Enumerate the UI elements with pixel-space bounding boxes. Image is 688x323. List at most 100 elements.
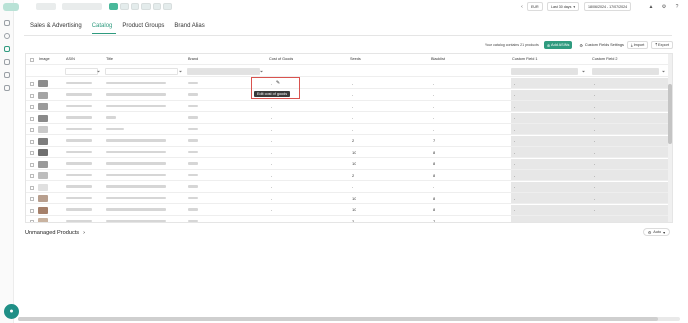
funnel-icon[interactable]: ⏷ — [179, 69, 182, 74]
table-row[interactable]: - 2 7 - - — [26, 135, 672, 147]
row-checkbox[interactable] — [30, 105, 34, 109]
export-button[interactable]: ⤒ Export — [651, 41, 673, 49]
tag-icon[interactable] — [4, 46, 10, 52]
custom-field-2-filter[interactable] — [592, 68, 659, 75]
funnel-icon[interactable]: ⏷ — [662, 69, 665, 74]
title-cell[interactable] — [106, 147, 166, 157]
funnel-icon[interactable]: ⏷ — [260, 69, 263, 74]
asin-cell[interactable] — [66, 101, 92, 111]
title-cell[interactable] — [106, 90, 166, 100]
asin-cell[interactable] — [66, 193, 92, 203]
table-row[interactable]: - 2 8 - - — [26, 170, 672, 182]
col-asin[interactable]: ASIN — [66, 54, 75, 64]
asin-cell[interactable] — [66, 124, 92, 134]
cost-of-goods-cell[interactable]: - — [271, 136, 272, 146]
table-row[interactable]: - 10 8 - - — [26, 193, 672, 205]
custom-field-1-cell[interactable]: - — [514, 216, 515, 222]
title-filter-input[interactable] — [105, 68, 178, 75]
custom-field-1-cell[interactable]: - — [514, 147, 515, 157]
col-brand[interactable]: Brand — [188, 54, 198, 64]
filter-chip-active[interactable] — [109, 3, 118, 10]
custom-field-2-cell[interactable]: - — [594, 216, 595, 222]
custom-field-1-cell[interactable]: - — [514, 124, 515, 134]
cost-of-goods-cell[interactable]: - — [271, 193, 272, 203]
cost-of-goods-cell[interactable]: - — [271, 216, 272, 222]
tab-catalog[interactable]: Catalog — [91, 23, 117, 34]
row-checkbox[interactable] — [30, 220, 34, 222]
custom-field-2-cell[interactable]: - — [594, 147, 595, 157]
tab-brand-alias[interactable]: Brand Alias — [174, 23, 208, 34]
table-row[interactable]: ----- — [26, 78, 672, 90]
title-cell[interactable] — [106, 113, 116, 123]
col-custom-field-2[interactable]: Custom Field 2 — [592, 54, 618, 64]
filter-chip[interactable] — [163, 3, 172, 10]
unmanaged-products-link[interactable]: Unmanaged Products › — [25, 230, 85, 236]
custom-fields-settings-button[interactable]: ⚙ Custom Fields Settings — [579, 43, 623, 48]
custom-field-1-cell[interactable]: - — [514, 113, 515, 123]
title-cell[interactable] — [106, 182, 166, 192]
custom-field-2-cell[interactable]: - — [594, 113, 595, 123]
custom-field-1-cell[interactable]: - — [514, 193, 515, 203]
cost-of-goods-cell[interactable]: - — [271, 101, 272, 111]
custom-field-2-cell[interactable]: - — [594, 205, 595, 215]
custom-field-1-cell[interactable]: - — [514, 78, 515, 88]
target-icon[interactable] — [4, 33, 10, 39]
asin-cell[interactable] — [66, 78, 92, 88]
funnel-icon[interactable]: ⏷ — [97, 69, 100, 74]
custom-field-1-cell[interactable]: - — [514, 101, 515, 111]
chat-bubble-icon[interactable]: ● — [4, 304, 19, 319]
title-cell[interactable] — [106, 101, 166, 111]
custom-field-2-cell[interactable]: - — [594, 159, 595, 169]
table-row[interactable]: ----- — [26, 181, 672, 193]
asin-cell[interactable] — [66, 136, 92, 146]
flask-icon[interactable] — [4, 59, 10, 65]
col-cost-of-goods[interactable]: Cost of Goods — [269, 54, 293, 64]
brand-filter-select[interactable] — [187, 68, 260, 75]
title-cell[interactable] — [106, 78, 166, 88]
cost-of-goods-cell[interactable]: - — [271, 159, 272, 169]
vertical-scrollbar[interactable] — [668, 54, 672, 222]
cost-of-goods-cell[interactable]: - — [271, 170, 272, 180]
asin-filter-input[interactable] — [65, 68, 98, 75]
custom-field-2-cell[interactable]: - — [594, 136, 595, 146]
custom-field-1-cell[interactable]: - — [514, 205, 515, 215]
row-checkbox[interactable] — [30, 93, 34, 98]
date-range-picker[interactable]: 18/06/2024 - 17/07/2024 — [584, 2, 632, 11]
title-cell[interactable] — [106, 193, 166, 203]
asin-cell[interactable] — [66, 90, 92, 100]
col-seeds[interactable]: Seeds — [350, 54, 361, 64]
horizontal-scrollbar[interactable] — [18, 317, 680, 321]
row-checkbox[interactable] — [30, 82, 34, 86]
custom-field-1-cell[interactable]: - — [514, 182, 515, 192]
bell-icon[interactable]: ▲ — [647, 3, 655, 11]
col-blacklist[interactable]: Blacklist — [431, 54, 445, 64]
filter-chip[interactable] — [141, 3, 151, 10]
select-all-checkbox[interactable] — [30, 58, 34, 62]
cost-of-goods-cell[interactable]: - — [271, 182, 272, 192]
custom-field-2-cell[interactable]: - — [594, 124, 595, 134]
table-row[interactable]: ----- — [26, 101, 672, 113]
table-row[interactable]: - 2 7 - - — [26, 216, 672, 222]
row-checkbox[interactable] — [30, 151, 34, 155]
table-row[interactable]: - 10 8 - - — [26, 158, 672, 170]
row-checkbox[interactable] — [30, 116, 34, 121]
row-checkbox[interactable] — [30, 174, 34, 178]
cost-of-goods-cell[interactable]: - — [271, 124, 272, 134]
date-range-preset[interactable]: Last 30 days ▾ — [547, 2, 580, 11]
row-checkbox[interactable] — [30, 162, 34, 167]
custom-field-1-cell[interactable]: - — [514, 159, 515, 169]
table-row[interactable]: ----- — [26, 112, 672, 124]
custom-field-2-cell[interactable]: - — [594, 101, 595, 111]
row-checkbox[interactable] — [30, 197, 34, 201]
col-custom-field-1[interactable]: Custom Field 1 — [512, 54, 538, 64]
table-row[interactable]: - 10 8 - - — [26, 147, 672, 159]
auto-button[interactable]: ⚙ Auto ▾ — [642, 228, 670, 236]
add-asins-button[interactable]: ⊕ Add ASINs — [543, 41, 573, 49]
filter-chip[interactable] — [153, 3, 161, 10]
row-checkbox[interactable] — [30, 208, 34, 213]
filter-chip[interactable] — [120, 3, 129, 10]
row-checkbox[interactable] — [30, 185, 34, 190]
custom-field-2-cell[interactable]: - — [594, 182, 595, 192]
asin-cell[interactable] — [66, 182, 92, 192]
title-cell[interactable] — [106, 136, 166, 146]
